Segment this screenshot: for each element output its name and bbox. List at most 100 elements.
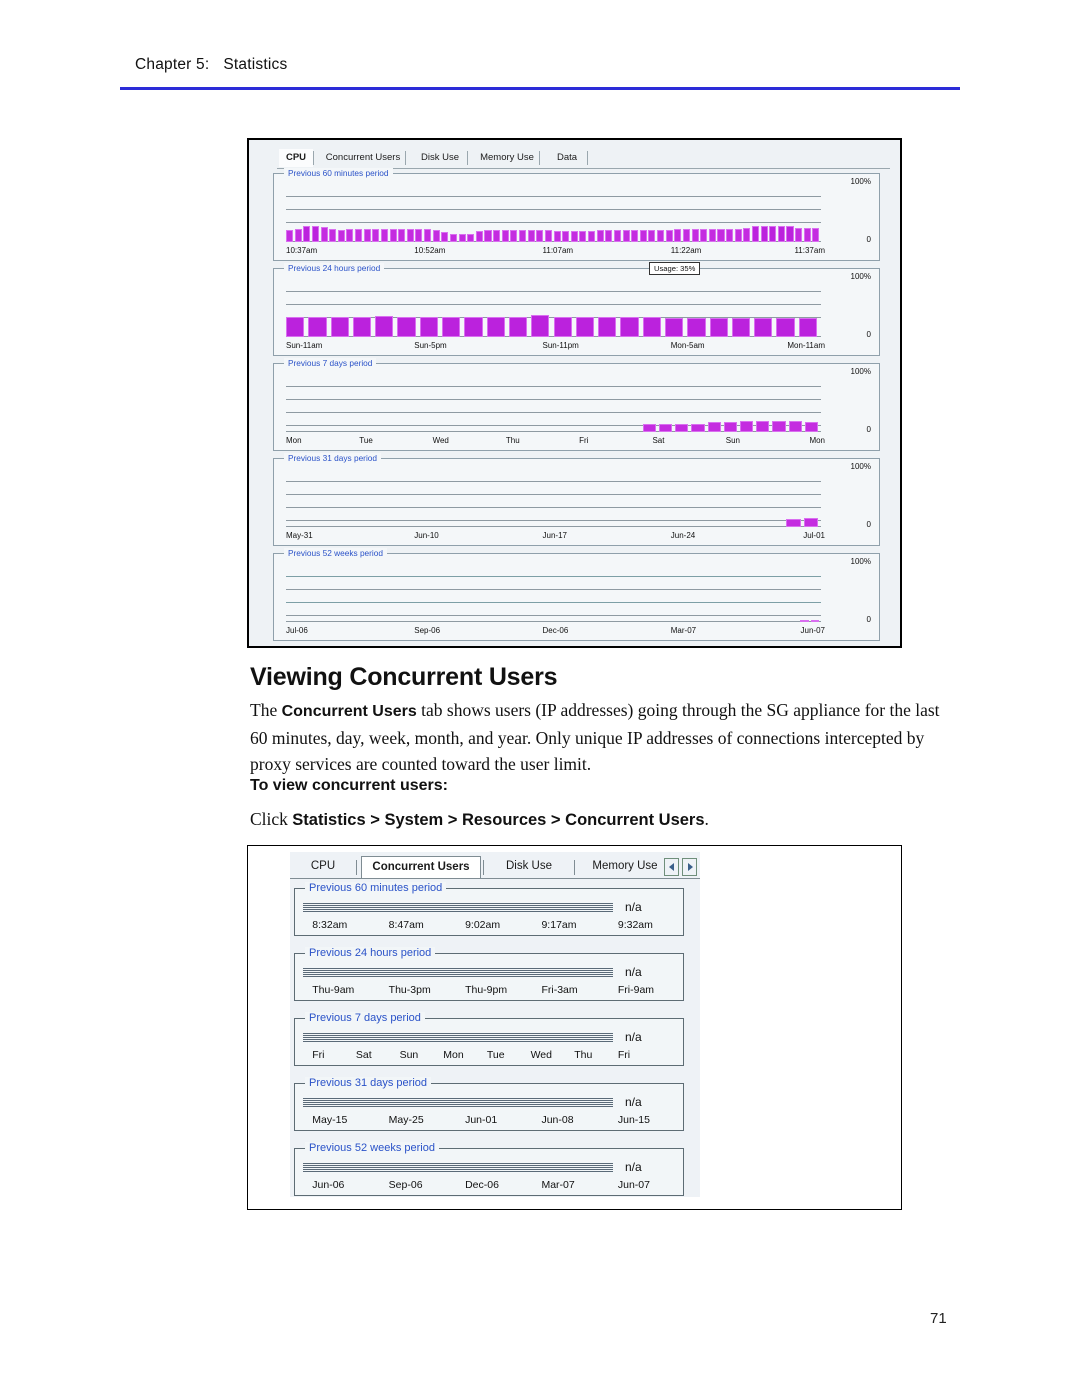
chart-bar [531, 315, 550, 337]
gridline [303, 968, 613, 969]
cu-tab-concurrent-users[interactable]: Concurrent Users [361, 856, 481, 878]
chart-bar [441, 231, 449, 242]
x-axis-tick-label: Dec-06 [542, 626, 569, 635]
gridline [286, 615, 821, 616]
concurrent-users-shot-inner: CPU Concurrent Users Disk Use Memory Use Pr… [290, 852, 700, 1197]
paragraph-part-1: The [250, 700, 282, 720]
chart-bar [795, 227, 803, 242]
chart-bar [658, 423, 673, 432]
menu-path: Statistics > System > Resources > Concur… [292, 811, 705, 829]
procedure-step: Click Statistics > System > Resources > … [250, 809, 709, 830]
tab-separator [587, 151, 588, 165]
x-axis-tick-label: Thu-9am [312, 984, 355, 996]
gridline [286, 222, 821, 223]
cu-tab-disk-use[interactable]: Disk Use [488, 856, 570, 877]
chart-bar [756, 421, 770, 432]
cu-chart-panel: Previous 7 days period n/a Fri Sat Sun Mon Tue… [294, 1012, 684, 1066]
paragraph-bold-term: Concurrent Users [281, 703, 417, 720]
gridline [286, 481, 821, 482]
x-axis-tick-label: Dec-06 [465, 1179, 499, 1191]
tab-separator [467, 151, 468, 165]
x-axis-tick-label: Thu [505, 436, 520, 445]
chart-bar [553, 230, 561, 242]
chart-bar [657, 230, 665, 242]
x-axis: Thu-9am Thu-3pm Thu-9pm Fri-3am Fri-9am [297, 984, 679, 997]
gridline [303, 903, 613, 904]
chart-bar [777, 226, 785, 242]
cu-tab-cpu[interactable]: CPU [294, 856, 352, 877]
x-axis-tick-label: Mon-5am [670, 341, 705, 350]
cu-tab-memory-use[interactable]: Memory Use [579, 856, 671, 877]
x-axis-tick-label: Mar-07 [670, 626, 697, 635]
chart-bar [682, 229, 690, 242]
chart-bar [575, 317, 595, 337]
gridline [303, 1102, 613, 1103]
gridline [286, 386, 821, 387]
chart-bar [389, 229, 397, 242]
gridline [303, 1100, 613, 1101]
x-axis-tick-label: May-25 [388, 1114, 424, 1126]
cu-chart-panel: Previous 60 minutes period n/a 8:32am 8:47a… [294, 882, 684, 936]
gridline [286, 209, 821, 210]
gridline [286, 494, 821, 495]
chart-bar [380, 229, 388, 242]
chart-plot-area [286, 188, 821, 242]
chart-bar [648, 230, 656, 242]
scroll-right-button[interactable] [682, 858, 697, 876]
value-na-label: n/a [625, 1095, 642, 1109]
chart-bar [432, 230, 440, 242]
x-axis-tick-label: Thu [574, 1049, 593, 1061]
x-axis-tick-label: Fri-3am [541, 984, 578, 996]
x-axis-tick-label: 11:07am [542, 246, 574, 255]
x-axis-tick-label: Fri-9am [617, 984, 655, 996]
chart-bar [691, 423, 705, 432]
y-axis-min-label: 0 [866, 520, 871, 529]
panel-legend: Previous 60 minutes period [305, 882, 447, 894]
chart-bar [620, 317, 639, 337]
gridline [286, 399, 821, 400]
x-axis-tick-label: Fri [617, 1049, 631, 1061]
y-axis-max-label: 100% [850, 177, 871, 186]
gridline [303, 905, 613, 906]
chart-bar [803, 228, 811, 242]
empty-chart-lines [303, 1163, 613, 1172]
x-axis-tick-label: Mon [286, 436, 302, 445]
chart-bar [286, 317, 305, 337]
y-axis-max-label: 100% [850, 272, 871, 281]
axis-baseline [286, 526, 821, 527]
cpu-tab-cpu[interactable]: CPU [279, 149, 313, 167]
x-axis: Mon Tue Wed Thu Fri Sat Sun Mon [286, 436, 869, 448]
x-axis: Sun-11am Sun-5pm Sun-11pm Mon-5am Mon-11am [286, 341, 869, 353]
gridline [303, 1163, 613, 1164]
chart-bar [798, 318, 817, 337]
chart-bar [372, 229, 380, 242]
chart-bar [717, 229, 725, 242]
chart-bar [639, 230, 647, 242]
chart-bar [731, 318, 751, 337]
cpu-tab-memory-use[interactable]: Memory Use [475, 149, 539, 167]
chart-bar [642, 423, 656, 432]
chart-plot-area [286, 283, 821, 337]
chart-bar [544, 230, 552, 242]
x-axis: May-31 Jun-10 Jun-17 Jun-24 Jul-01 [286, 531, 869, 543]
x-axis-tick-label: Tue [359, 436, 373, 445]
chart-bar [726, 228, 734, 242]
cpu-tab-disk-use[interactable]: Disk Use [413, 149, 467, 167]
gridline [303, 1039, 613, 1040]
cpu-tab-strip: CPU Concurrent Users Disk Use Memory Use Dat… [277, 149, 890, 169]
cu-chart-panel: Previous 31 days period n/a May-15 May-25 Ju… [294, 1077, 684, 1131]
cpu-screenshot-inner: CPU Concurrent Users Disk Use Memory Use Dat… [253, 143, 896, 643]
chart-bar [406, 229, 414, 242]
cpu-tab-concurrent-users[interactable]: Concurrent Users [321, 149, 405, 167]
x-axis: Fri Sat Sun Mon Tue Wed Thu Fri [297, 1049, 679, 1062]
chart-bar [709, 318, 728, 337]
panel-legend: Previous 24 hours period [305, 947, 436, 959]
chart-bar [363, 228, 371, 242]
cpu-tab-data[interactable]: Data [547, 149, 587, 167]
chart-bar [786, 518, 801, 527]
x-axis-tick-label: 10:52am [414, 246, 446, 255]
x-axis-tick-label: Sep-06 [414, 626, 441, 635]
chart-bar [484, 230, 492, 242]
chart-bar [518, 230, 527, 242]
x-axis-tick-label: Sun [399, 1049, 419, 1061]
